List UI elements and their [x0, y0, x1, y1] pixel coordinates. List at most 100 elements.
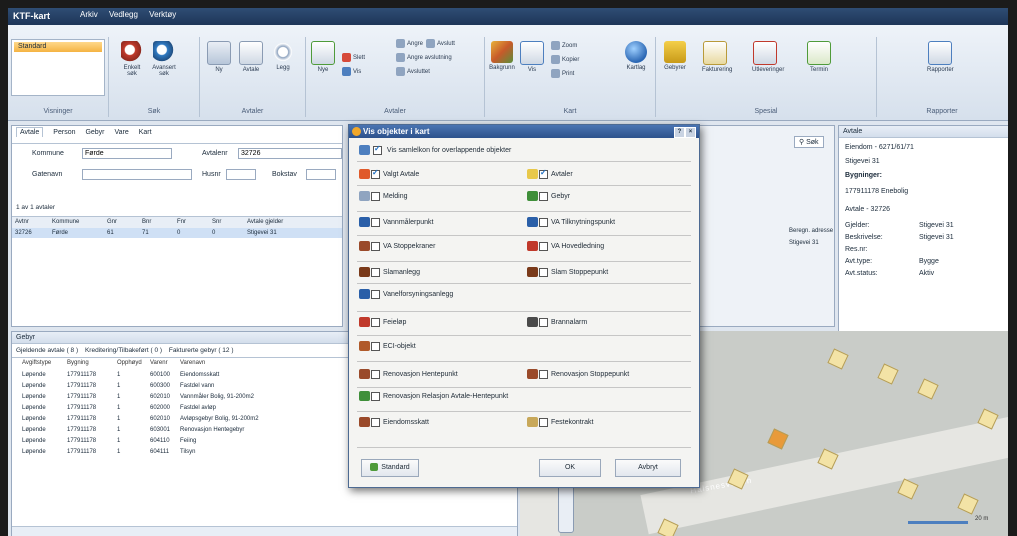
checkbox[interactable] — [371, 317, 380, 327]
zoom-slider[interactable] — [558, 481, 574, 533]
tab-gjeldende-avtale[interactable]: Gjeldende avtale ( 8 ) — [16, 347, 78, 354]
avtale-button[interactable]: Avtale — [238, 41, 264, 73]
vis-kart-button[interactable]: Vis — [519, 41, 545, 73]
ny-avtale-button[interactable]: Ny — [206, 41, 232, 73]
avslutt-button[interactable]: Avslutt — [426, 39, 455, 48]
tab-person[interactable]: Person — [53, 129, 75, 136]
checkbox-eci-objekt[interactable]: ECI-objekt — [359, 341, 416, 351]
table-row[interactable]: 32726 Førde 61 71 0 0 Stigevei 31 — [12, 228, 342, 238]
checkbox[interactable] — [371, 267, 380, 277]
ok-button[interactable]: OK — [539, 459, 601, 477]
avansert-sok-button[interactable]: Avansert søk — [151, 41, 177, 77]
kopier-button[interactable]: Kopier — [551, 55, 579, 64]
checkbox[interactable] — [539, 191, 548, 201]
bygning-item[interactable]: 177911178 Enebolig — [845, 188, 908, 195]
search-button[interactable]: ⚲ Søk — [794, 136, 824, 148]
angre-button[interactable]: Angre — [396, 39, 423, 48]
eiendom-heading[interactable]: Eiendom - 6271/61/71 — [845, 144, 914, 151]
col-opphoyd[interactable]: Opphøyd — [117, 360, 142, 366]
checkbox-avtaler[interactable]: Avtaler — [527, 168, 573, 179]
avtalenr-input[interactable] — [238, 148, 342, 159]
checkbox[interactable] — [371, 168, 380, 179]
angre-avslutning-button[interactable]: Angre avslutning — [396, 53, 452, 62]
checkbox[interactable] — [539, 369, 548, 379]
print-button[interactable]: Print — [551, 69, 574, 78]
checkbox-va-hovedledning[interactable]: VA Hovedledning — [527, 241, 604, 251]
fakturering-button[interactable]: Fakturering — [702, 41, 732, 73]
slett-button[interactable]: Slett — [342, 53, 365, 62]
help-icon[interactable]: ? — [674, 127, 685, 138]
checkbox-renovasjon-hentepunkt[interactable]: Renovasjon Hentepunkt — [359, 369, 458, 379]
checkbox-brannalarm[interactable]: Brannalarm — [527, 317, 587, 327]
col-avtale-gjelder[interactable]: Avtale gjelder — [247, 219, 283, 225]
map-building[interactable] — [957, 493, 979, 515]
checkbox-va-stoppekraner[interactable]: VA Stoppekraner — [359, 241, 435, 251]
nye-button[interactable]: Nye — [310, 41, 336, 73]
map-building[interactable] — [897, 478, 919, 500]
menu-item-verktoy[interactable]: Verktøy — [149, 10, 176, 19]
avsluttet-button[interactable]: Avsluttet — [396, 67, 430, 76]
checkbox-vanelforsyningsanlegg[interactable]: Vanelforsyningsanlegg — [359, 289, 453, 299]
checkbox[interactable] — [372, 144, 382, 155]
tab-gebyr[interactable]: Gebyr — [85, 129, 104, 136]
checkbox-va-tilknytningspunkt[interactable]: VA Tilknytningspunkt — [527, 217, 615, 227]
gatenavn-input[interactable] — [82, 169, 192, 180]
checkbox-festekontrakt[interactable]: Festekontrakt — [527, 417, 593, 427]
checkbox[interactable] — [371, 391, 380, 401]
map-building[interactable] — [917, 378, 939, 400]
col-varenavn[interactable]: Varenavn — [180, 360, 205, 366]
checkbox-valgt-avtale[interactable]: Valgt Avtale — [359, 168, 419, 179]
checkbox[interactable] — [539, 317, 548, 327]
checkbox-eiendomsskatt[interactable]: Eiendomsskatt — [359, 417, 429, 427]
checkbox[interactable] — [539, 241, 548, 251]
col-bnr[interactable]: Bnr — [142, 219, 151, 225]
standard-button[interactable]: Standard — [361, 459, 419, 477]
checkbox-renovasjon-relasjon-avtale-hentepunkt[interactable]: Renovasjon Relasjon Avtale-Hentepunkt — [359, 391, 508, 401]
col-bygning[interactable]: Bygning — [67, 360, 89, 366]
map-building[interactable] — [827, 348, 849, 370]
cancel-button[interactable]: Avbryt — [615, 459, 681, 477]
checkbox[interactable] — [539, 267, 548, 277]
checkbox[interactable] — [539, 217, 548, 227]
col-gnr[interactable]: Gnr — [107, 219, 117, 225]
gebyrer-button[interactable]: Gebyrer — [662, 41, 688, 71]
checkbox-melding[interactable]: Melding — [359, 191, 408, 201]
overlap-icon-checkbox[interactable]: Vis samlelkon for overlappende objekter — [359, 144, 511, 155]
menu-item-vedlegg[interactable]: Vedlegg — [109, 10, 138, 19]
rapporter-button[interactable]: Rapporter — [927, 41, 954, 73]
husnr-input[interactable] — [226, 169, 256, 180]
checkbox[interactable] — [371, 417, 380, 427]
checkbox-slam-stoppepunkt[interactable]: Slam Stoppepunkt — [527, 267, 608, 277]
checkbox-gebyr[interactable]: Gebyr — [527, 191, 570, 201]
tab-kreditering[interactable]: Kreditering/Tilbakeført ( 0 ) — [85, 347, 162, 354]
col-avtnr[interactable]: Avtnr — [15, 219, 29, 225]
vis-button[interactable]: Vis — [342, 67, 361, 76]
bokstav-input[interactable] — [306, 169, 336, 180]
legg-button[interactable]: Legg — [270, 41, 296, 71]
mid-column-header[interactable]: Beregn. adresse — [789, 228, 833, 234]
utleveringer-button[interactable]: Utleveringer — [752, 41, 784, 73]
col-kommune[interactable]: Kommune — [52, 219, 79, 225]
col-fnr[interactable]: Fnr — [177, 219, 186, 225]
bakgrunn-button[interactable]: Bakgrunn — [489, 41, 515, 71]
preset-selected[interactable]: Standard — [14, 42, 102, 52]
map-selected-building[interactable] — [767, 428, 789, 450]
tab-avtale[interactable]: Avtale — [16, 127, 44, 137]
checkbox[interactable] — [371, 289, 380, 299]
preset-list[interactable]: Standard — [11, 39, 105, 96]
checkbox-vannmålerpunkt[interactable]: Vannmålerpunkt — [359, 217, 433, 227]
col-avgiftstype[interactable]: Avgiftstype — [22, 360, 51, 366]
termin-button[interactable]: Termin — [806, 41, 832, 73]
col-snr[interactable]: Snr — [212, 219, 221, 225]
tab-fakturerte-gebyr[interactable]: Fakturerte gebyr ( 12 ) — [169, 347, 234, 354]
tab-vare[interactable]: Vare — [114, 129, 128, 136]
checkbox[interactable] — [539, 168, 548, 179]
checkbox[interactable] — [371, 369, 380, 379]
menu-item-arkiv[interactable]: Arkiv — [80, 10, 98, 19]
checkbox-renovasjon-stoppepunkt[interactable]: Renovasjon Stoppepunkt — [527, 369, 629, 379]
zoom-button[interactable]: Zoom — [551, 41, 577, 50]
tab-kart[interactable]: Kart — [139, 129, 152, 136]
map-building[interactable] — [877, 363, 899, 385]
enkelt-sok-button[interactable]: Enkelt søk — [119, 41, 145, 77]
kommune-select[interactable] — [82, 148, 172, 159]
